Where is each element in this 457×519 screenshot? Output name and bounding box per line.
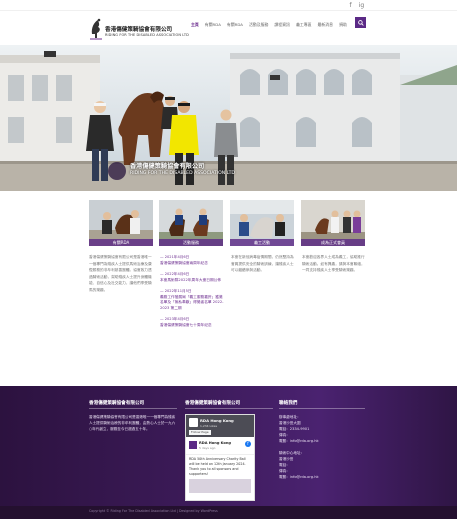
news-item[interactable]: — 2022年11月5日 義務工作發展局「義工服務嘉許」獲獎名單及「無私奉獻」得… bbox=[160, 288, 224, 311]
hero-banner: 香港傷健策騎協會有限公司 RIDING FOR THE DISABLED ASS… bbox=[0, 45, 457, 191]
nav-item-about[interactable]: 有關RDA bbox=[205, 20, 221, 30]
news-title[interactable]: 香港傷健策騎協會兩周年紀念 bbox=[160, 261, 224, 267]
search-button[interactable] bbox=[355, 17, 366, 28]
top-bar: f ig bbox=[0, 0, 457, 11]
contact-email-link[interactable]: 電郵：info@rda.org.hk bbox=[279, 474, 365, 480]
fb-likes: 1,234 Likes bbox=[200, 424, 218, 428]
instagram-icon[interactable]: ig bbox=[357, 1, 366, 10]
search-icon bbox=[357, 19, 364, 26]
nav-item-donate[interactable]: 捐助 bbox=[339, 20, 347, 30]
card-membership[interactable]: 成為正式會員 bbox=[301, 200, 365, 246]
hero-watermark-cn: 香港傷健策騎協會有限公司 bbox=[130, 163, 205, 170]
footer-divider bbox=[279, 408, 365, 409]
card-about-label: 有關RDA bbox=[89, 239, 153, 246]
nav-item-about-2[interactable]: 有關RDA bbox=[227, 20, 243, 30]
fb-post-image[interactable] bbox=[189, 479, 251, 493]
fb-post-name[interactable]: RDA Hong Kong bbox=[199, 441, 231, 445]
card-volunteer-label: 義工活動 bbox=[230, 239, 294, 246]
site-header: 香港傷健策騎協會有限公司 RIDING FOR THE DISABLED ASS… bbox=[0, 11, 457, 45]
fb-post-header: RDA Hong Kong 5 days ago f bbox=[186, 437, 254, 455]
feature-cards: 有關RDA 活動服務 義工活動 成為正式會員 bbox=[89, 200, 365, 248]
card-about[interactable]: 有關RDA bbox=[89, 200, 153, 246]
card-activities-label: 活動服務 bbox=[159, 239, 223, 246]
nav-item-courses[interactable]: 課程資訊 bbox=[274, 20, 290, 30]
copyright-text: Copyright © Riding For The Disabled Asso… bbox=[89, 509, 218, 513]
fb-post-time: 5 days ago bbox=[199, 446, 216, 450]
site-footer: 香港傷健策騎協會有限公司 香港傷健策騎協會有限公司是香港唯一一個專門為殘疾人士提… bbox=[0, 386, 457, 506]
footer-social-title: 香港傷健策騎協會有限公司 bbox=[185, 401, 241, 406]
news-title[interactable]: 本會馬術隊2022年周年大會日期公佈 bbox=[160, 278, 224, 284]
intro-text: 香港傷健策騎協會有限公司是香港唯一一個專門為殘疾人士提供馬術治療及康復服務的非牟… bbox=[89, 255, 152, 292]
footer-divider bbox=[89, 408, 177, 409]
fb-page-avatar bbox=[189, 418, 198, 427]
news-list: — 2021年4月6日 香港傷健策騎協會兩周年紀念 — 2022年4月6日 本會… bbox=[160, 254, 224, 334]
nav-item-home[interactable]: 主頁 bbox=[191, 20, 199, 30]
hero-watermark-en: RIDING FOR THE DISABLED ASSOCIATION LTD bbox=[130, 171, 235, 176]
card-activities[interactable]: 活動服務 bbox=[159, 200, 223, 246]
footer-contact-title: 聯絡我們 bbox=[279, 401, 298, 406]
news-item[interactable]: — 2023年4月6日 香港傷健策騎協會七十周年紀念 bbox=[160, 316, 224, 328]
copyright-bar: Copyright © Riding For The Disabled Asso… bbox=[0, 506, 457, 519]
nav-item-services[interactable]: 活動及服務 bbox=[249, 20, 268, 30]
brand-name-en: RIDING FOR THE DISABLED ASSOCIATION LTD bbox=[105, 33, 189, 37]
main-nav: 主頁 有關RDA 有關RDA 活動及服務 課程資訊 義工專區 最新消息 捐助 bbox=[191, 20, 353, 30]
facebook-icon[interactable]: f bbox=[245, 441, 251, 447]
brand-name-cn[interactable]: 香港傷健策騎協會有限公司 bbox=[105, 25, 172, 33]
fb-follow-button[interactable]: Follow Page bbox=[189, 430, 211, 435]
news-title[interactable]: 義務工作發展局「義工服務嘉許」獲獎名單及「無私奉獻」得獎者名單 2022-202… bbox=[160, 295, 224, 312]
facebook-widget[interactable]: RDA Hong Kong 1,234 Likes Follow Page RD… bbox=[185, 414, 255, 501]
footer-about-title: 香港傷健策騎協會有限公司 bbox=[89, 401, 145, 406]
fb-cover: RDA Hong Kong 1,234 Likes Follow Page bbox=[186, 415, 254, 437]
card-membership-label: 成為正式會員 bbox=[301, 239, 365, 246]
news-item[interactable]: — 2022年4月6日 本會馬術隊2022年周年大會日期公佈 bbox=[160, 271, 224, 283]
footer-contact: 辦事處地址： 香港沙田大圍 電話：2334-9901 傳真： 電郵：info@r… bbox=[279, 414, 365, 480]
hero-photo bbox=[0, 45, 457, 191]
logo-icon[interactable] bbox=[89, 16, 103, 41]
fb-post-avatar bbox=[189, 441, 197, 449]
news-title[interactable]: 香港傷健策騎協會七十周年紀念 bbox=[160, 323, 224, 329]
nav-item-volunteer[interactable]: 義工專區 bbox=[296, 20, 312, 30]
footer-about-text: 香港傷健策騎協會有限公司是香港唯一一個專門為殘疾人士提供騎術治療的非牟利團體，由… bbox=[89, 415, 176, 431]
membership-text: 本會歡迎各界人士成為義工，協助推行騎術活動。如有興趣，請與本會聯絡，一同支持殘疾… bbox=[302, 255, 365, 272]
fb-page-name[interactable]: RDA Hong Kong bbox=[200, 418, 234, 423]
footer-divider bbox=[185, 408, 273, 409]
fb-post-text: RDA 50th Anniversary Charity Ball will b… bbox=[189, 457, 246, 476]
facebook-icon[interactable]: f bbox=[346, 1, 355, 10]
card-volunteer[interactable]: 義工活動 bbox=[230, 200, 294, 246]
volunteer-text: 本會在新冠病毒疫情期間，仍然堅持為會員提供安全的騎術訓練，讓殘疾人士可以繼續參與… bbox=[231, 255, 294, 272]
watermark-logo-icon bbox=[108, 162, 126, 180]
news-item[interactable]: — 2021年4月6日 香港傷健策騎協會兩周年紀念 bbox=[160, 254, 224, 266]
nav-item-news[interactable]: 最新消息 bbox=[318, 20, 334, 30]
